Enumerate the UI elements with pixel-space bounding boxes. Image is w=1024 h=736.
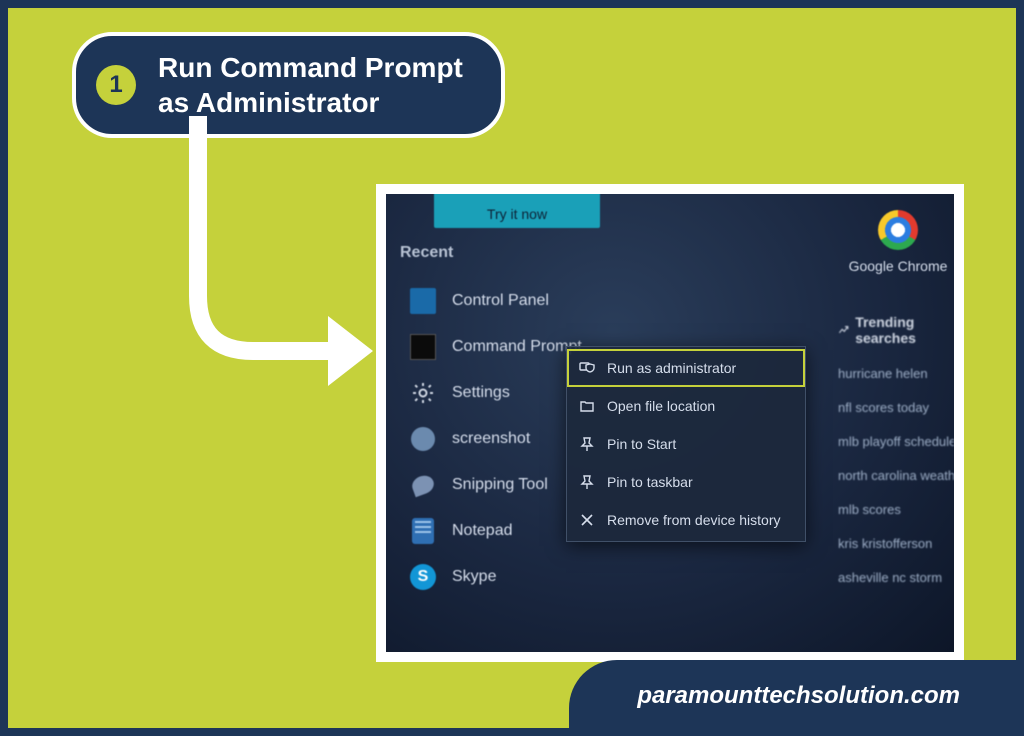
recent-item-label: Settings	[452, 384, 510, 402]
ctx-pin-to-taskbar[interactable]: Pin to taskbar	[567, 463, 805, 501]
trending-item[interactable]: kris kristofferson	[838, 526, 954, 560]
chrome-icon	[878, 210, 918, 250]
recent-item-control-panel[interactable]: Control Panel	[410, 278, 680, 324]
ctx-item-label: Run as administrator	[607, 360, 736, 376]
recent-item-label: Snipping Tool	[452, 476, 548, 494]
trending-searches: Trending searches hurricane helen nfl sc…	[838, 314, 954, 594]
ctx-open-file-location[interactable]: Open file location	[567, 387, 805, 425]
trending-icon	[838, 323, 849, 337]
screenshot-icon	[411, 427, 435, 451]
context-menu: Run as administrator Open file location …	[566, 346, 806, 542]
trending-item[interactable]: mlb scores	[838, 492, 954, 526]
ctx-item-label: Pin to Start	[607, 436, 676, 452]
pin-icon	[579, 436, 595, 452]
step-title: Run Command Prompt as Administrator	[158, 50, 463, 120]
shield-icon	[579, 360, 595, 376]
recent-item-label: Notepad	[452, 522, 513, 540]
ctx-item-label: Remove from device history	[607, 512, 781, 528]
screenshot-frame: Try it now Recent Control Panel Command …	[376, 184, 964, 662]
chrome-tile[interactable]: Google Chrome	[842, 210, 954, 274]
recent-section-label: Recent	[400, 244, 453, 262]
trending-header: Trending searches	[838, 314, 954, 346]
trending-item[interactable]: mlb playoff schedule	[838, 424, 954, 458]
recent-item-label: Control Panel	[452, 292, 549, 310]
gear-icon	[410, 380, 436, 406]
try-it-now-button[interactable]: Try it now	[434, 194, 600, 228]
snipping-tool-icon	[410, 473, 437, 497]
ctx-item-label: Open file location	[607, 398, 715, 414]
recent-item-skype[interactable]: Skype	[410, 554, 680, 600]
notepad-icon	[412, 518, 434, 544]
recent-item-label: Command Prompt	[452, 338, 582, 356]
chrome-label: Google Chrome	[842, 258, 954, 274]
footer-attribution: paramounttechsolution.com	[569, 660, 1016, 728]
recent-item-label: screenshot	[452, 430, 530, 448]
windows-start-menu-screenshot: Try it now Recent Control Panel Command …	[386, 194, 954, 652]
step-title-line2: as Administrator	[158, 87, 379, 118]
close-icon	[579, 512, 595, 528]
ctx-run-as-administrator[interactable]: Run as administrator	[567, 349, 805, 387]
trending-item[interactable]: nfl scores today	[838, 390, 954, 424]
trending-header-label: Trending searches	[855, 314, 954, 346]
ctx-pin-to-start[interactable]: Pin to Start	[567, 425, 805, 463]
pin-icon	[579, 474, 595, 490]
recent-item-label: Skype	[452, 568, 496, 586]
command-prompt-icon	[410, 334, 436, 360]
ctx-remove-from-history[interactable]: Remove from device history	[567, 501, 805, 539]
step-title-line1: Run Command Prompt	[158, 52, 463, 83]
folder-icon	[579, 398, 595, 414]
trending-item[interactable]: hurricane helen	[838, 356, 954, 390]
step-number-badge: 1	[96, 65, 136, 105]
skype-icon	[410, 564, 436, 590]
control-panel-icon	[410, 288, 436, 314]
trending-item[interactable]: north carolina weather	[838, 458, 954, 492]
tutorial-card: 1 Run Command Prompt as Administrator Tr…	[0, 0, 1024, 736]
trending-item[interactable]: asheville nc storm	[838, 560, 954, 594]
ctx-item-label: Pin to taskbar	[607, 474, 693, 490]
